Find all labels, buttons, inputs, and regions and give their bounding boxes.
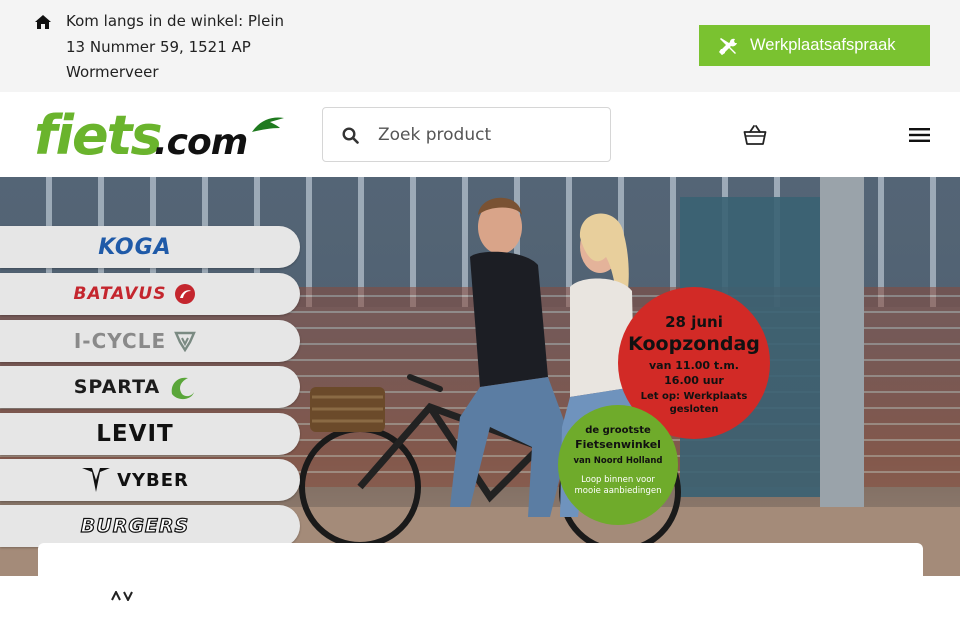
search-input[interactable] (378, 120, 598, 150)
brand-name: VYBER (117, 469, 189, 491)
brand-tab-koga[interactable]: KOGA (0, 226, 300, 268)
address-line-1: Kom langs in de winkel: Plein (66, 12, 285, 30)
largest-store-badge: de grootste Fietsenwinkel van Noord Holl… (558, 405, 678, 525)
batavus-logo-icon (175, 284, 196, 304)
content-card (38, 543, 923, 623)
i-cycle-logo-icon (174, 331, 196, 352)
brand-name: LEVIT (96, 421, 174, 447)
shopping-basket-icon[interactable] (743, 124, 767, 146)
badge-title: Koopzondag (628, 333, 760, 355)
hero-banner: KOGA BATAVUS I-CYCLE SPARTA LEVIT VYBER … (0, 177, 960, 576)
svg-text:.com: .com (154, 122, 247, 162)
address-line-2: 13 Nummer 59, 1521 AP (66, 37, 251, 56)
green-badge-line-4: Loop binnen voor mooie aanbiedingen (574, 475, 662, 496)
brand-tab-burgers[interactable]: BURGERS (0, 505, 300, 547)
brand-name: BURGERS (80, 514, 190, 537)
brand-name: BATAVUS (73, 284, 167, 304)
workshop-appointment-label: Werkplaatsafspraak (750, 36, 896, 54)
brand-tab-levit[interactable]: LEVIT (0, 413, 300, 455)
site-header: fiets .com (0, 92, 960, 177)
svg-text:fiets: fiets (34, 104, 161, 162)
badge-hours-from: van 11.00 t.m. (649, 359, 739, 372)
address-line-3: Wormerveer (66, 63, 159, 81)
fiets-com-logo[interactable]: fiets .com (34, 102, 284, 162)
brand-tab-batavus[interactable]: BATAVUS (0, 273, 300, 315)
hamburger-menu-icon[interactable] (909, 127, 930, 143)
badge-date: 28 juni (665, 313, 723, 331)
brand-tab-sparta[interactable]: SPARTA (0, 366, 300, 408)
workshop-appointment-button[interactable]: Werkplaatsafspraak (699, 25, 930, 66)
brand-name: SPARTA (73, 376, 161, 398)
green-badge-line-2: Fietsenwinkel (575, 438, 661, 451)
search-box[interactable] (322, 107, 611, 162)
brand-tab-vyber[interactable]: VYBER (0, 459, 300, 501)
sparta-logo-icon (171, 377, 195, 400)
top-info-bar: Kom langs in de winkel: Plein 13 Nummer … (0, 0, 960, 92)
tools-icon (719, 37, 737, 55)
green-badge-line-1: de grootste (585, 425, 651, 436)
pillar-background (820, 177, 864, 517)
green-badge-line-3: van Noord Holland (573, 456, 663, 466)
badge-note: Let op: Werkplaats gesloten (640, 391, 748, 415)
badge-hours-to: 16.00 uur (664, 374, 724, 387)
brand-name: KOGA (98, 234, 172, 260)
vyber-logo-icon (82, 468, 111, 492)
brand-name: I-CYCLE (73, 329, 167, 353)
store-address: Kom langs in de winkel: Plein 13 Nummer … (66, 9, 306, 86)
home-icon (35, 15, 51, 29)
search-icon[interactable] (342, 127, 359, 144)
brand-tab-i-cycle[interactable]: I-CYCLE (0, 320, 300, 362)
